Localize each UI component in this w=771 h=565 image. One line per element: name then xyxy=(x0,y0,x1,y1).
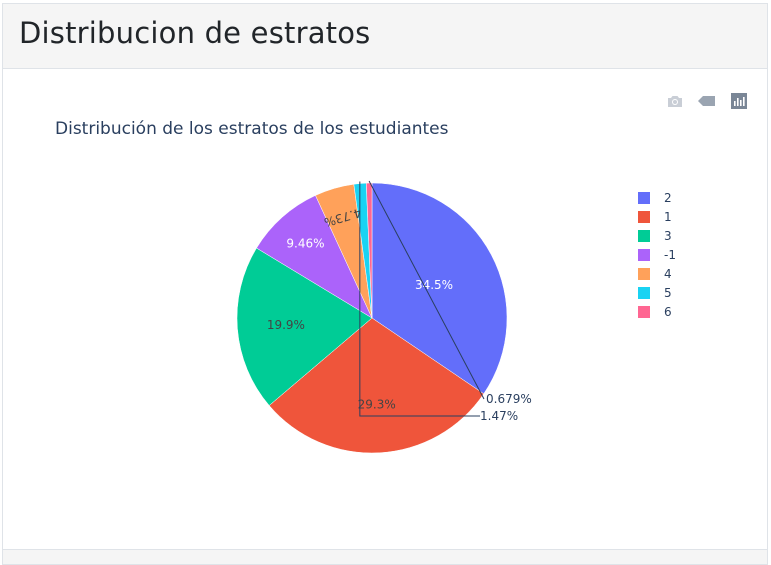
legend-swatch-4[interactable] xyxy=(638,268,650,280)
legend-label-1[interactable]: 1 xyxy=(664,210,672,224)
legend-label-3[interactable]: 3 xyxy=(664,229,672,243)
legend-label--1[interactable]: -1 xyxy=(664,248,676,262)
legend-label-6[interactable]: 6 xyxy=(664,305,672,319)
legend-swatch-5[interactable] xyxy=(638,287,650,299)
chart-title: Distribución de los estratos de los estu… xyxy=(55,119,449,139)
legend: 2 1 3 -1 4 5 6 xyxy=(638,191,676,319)
slice-label-6: 0.679% xyxy=(486,392,532,406)
bar-chart-icon[interactable] xyxy=(727,92,751,110)
legend-swatch-1[interactable] xyxy=(638,211,650,223)
slice-label-2: 34.5% xyxy=(415,278,453,292)
legend-swatch--1[interactable] xyxy=(638,249,650,261)
legend-swatch-3[interactable] xyxy=(638,230,650,242)
legend-swatch-2[interactable] xyxy=(638,192,650,204)
slice-label-3: 19.9% xyxy=(267,318,305,332)
slice-label-1: 29.3% xyxy=(358,397,396,411)
legend-label-5[interactable]: 5 xyxy=(664,286,672,300)
legend-label-4[interactable]: 4 xyxy=(664,267,672,281)
slice-label-5: 1.47% xyxy=(480,409,518,423)
chart-modebar xyxy=(663,92,751,110)
tag-icon[interactable] xyxy=(695,92,719,110)
legend-label-2[interactable]: 2 xyxy=(664,191,672,205)
camera-icon[interactable] xyxy=(663,92,687,110)
slice-label--1: 9.46% xyxy=(286,236,324,250)
pie-chart: Distribución de los estratos de los estu… xyxy=(55,119,676,454)
legend-swatch-6[interactable] xyxy=(638,306,650,318)
